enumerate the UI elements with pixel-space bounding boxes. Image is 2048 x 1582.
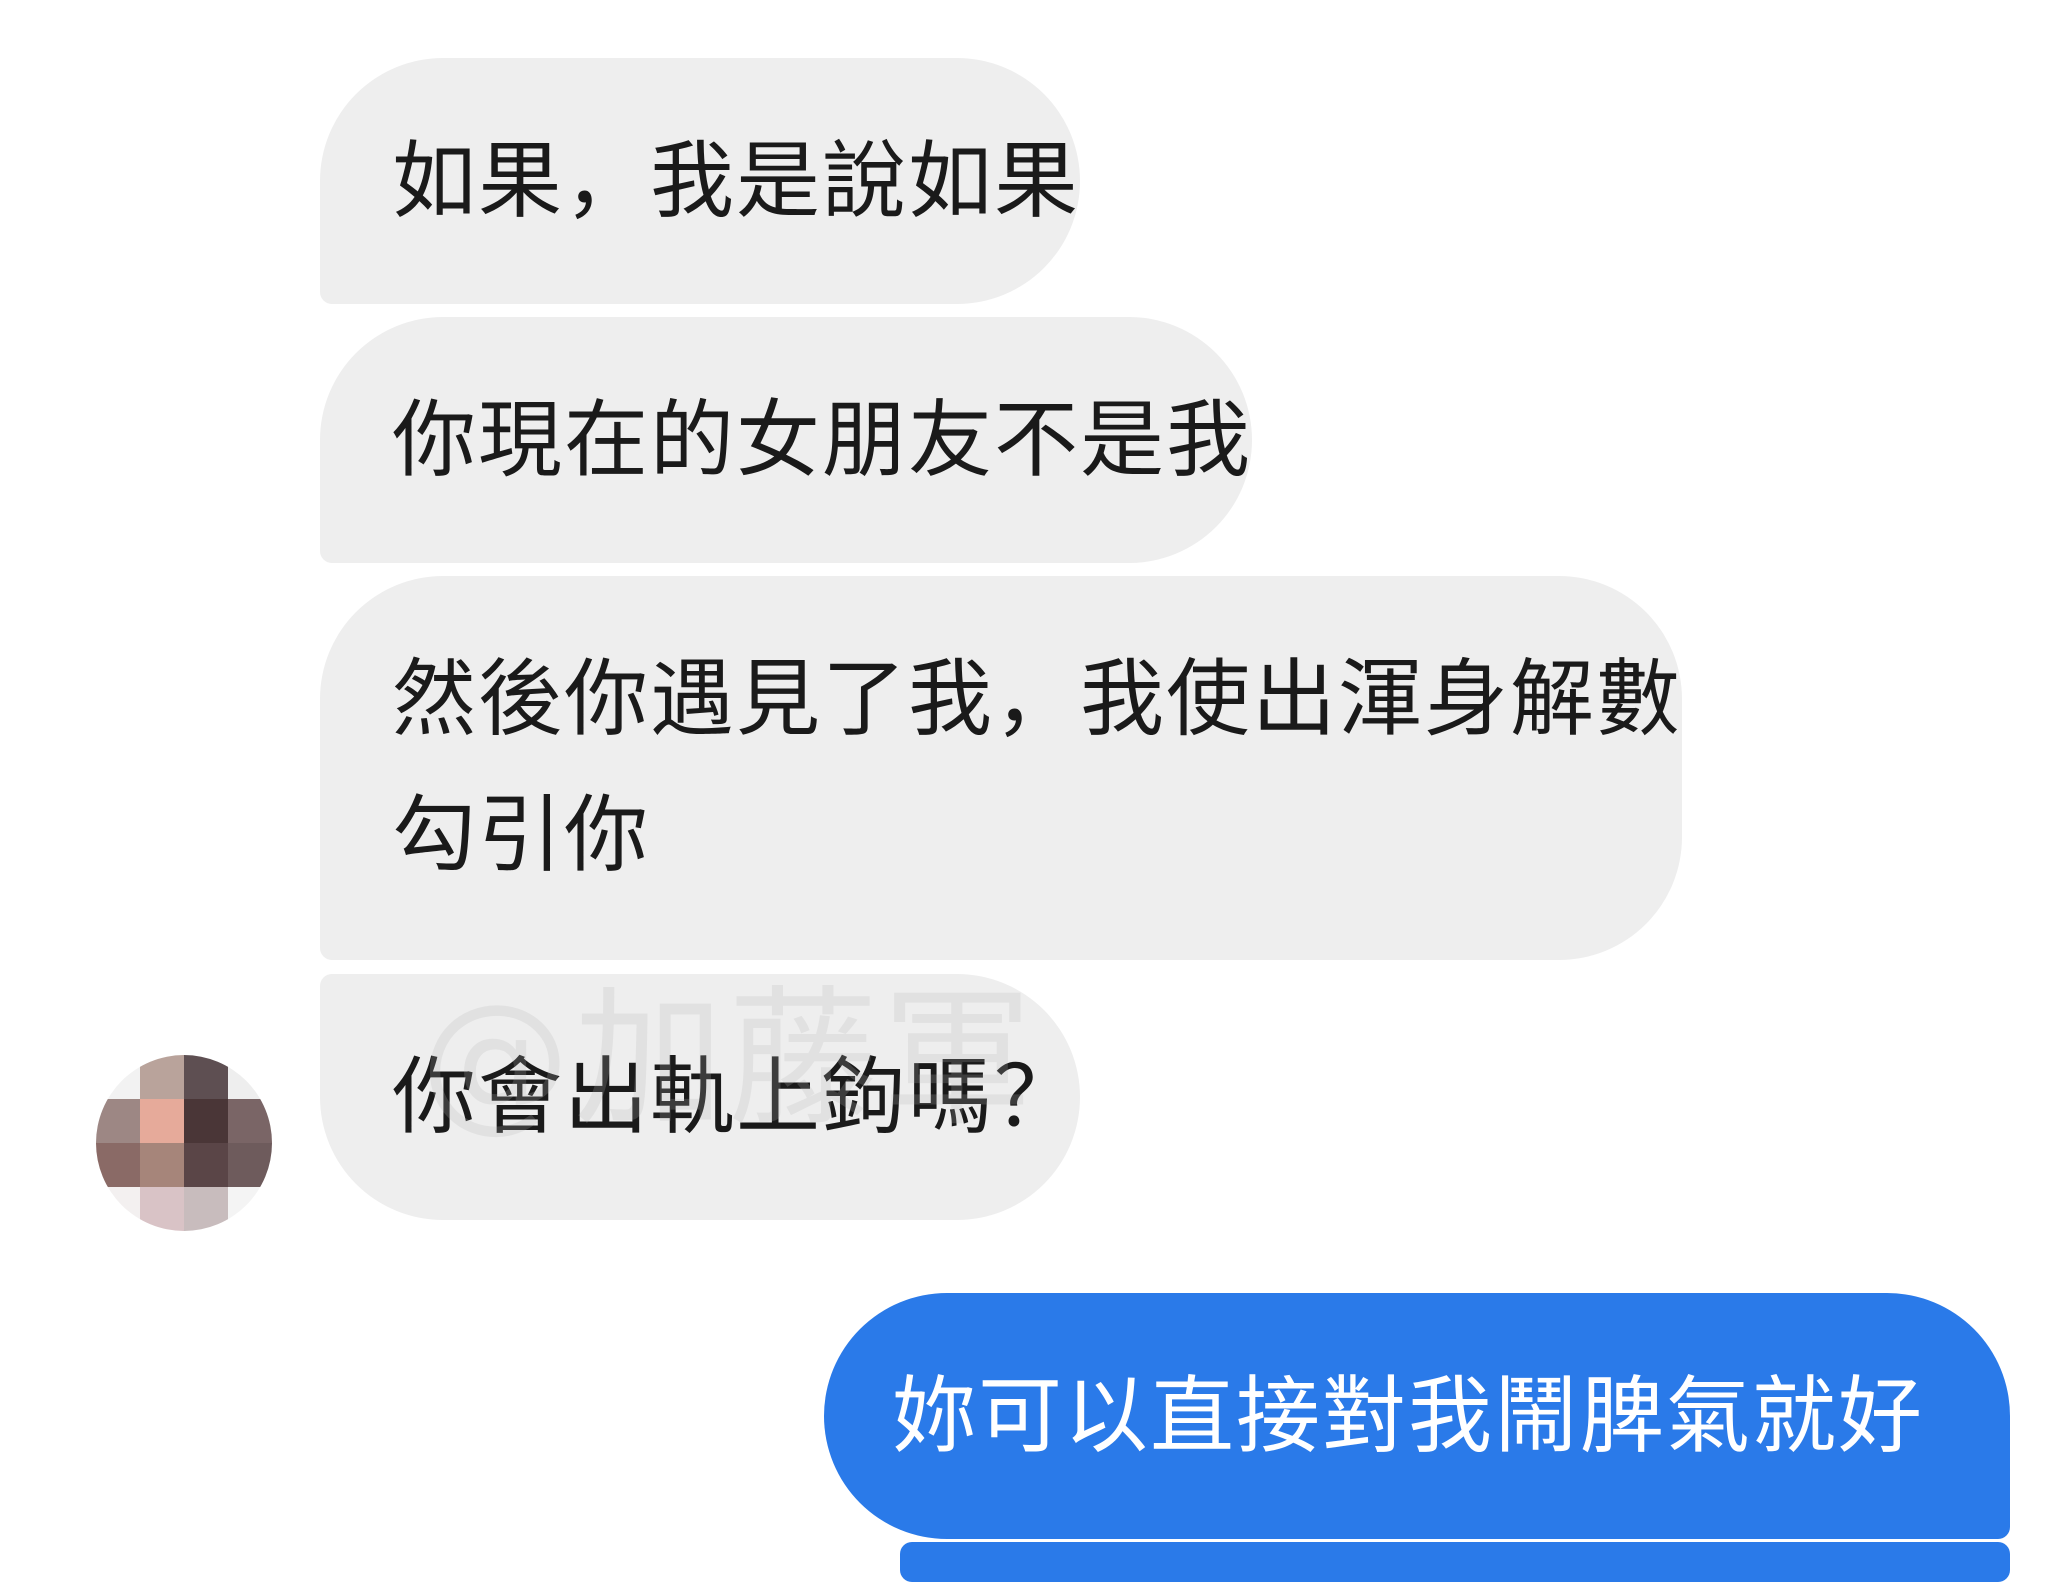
incoming-message-bubble[interactable]: 如果，我是說如果 <box>320 58 1081 304</box>
chat-thread: 如果，我是說如果 你現在的女朋友不是我 然後你遇見了我，我使出渾身解數 勾引你 … <box>0 0 2048 1582</box>
incoming-message-bubble[interactable]: 然後你遇見了我，我使出渾身解數 勾引你 <box>320 576 1683 960</box>
incoming-message-bubble[interactable]: 你現在的女朋友不是我 <box>320 317 1253 563</box>
message-text-line: 勾引你 <box>392 786 651 884</box>
message-text: 你現在的女朋友不是我 <box>392 391 1253 489</box>
outgoing-message-bubble[interactable]: 妳可以直接對我鬧脾氣就好 <box>824 1293 2010 1539</box>
outgoing-message-bubble-partial[interactable] <box>900 1542 2010 1582</box>
message-text-line: 然後你遇見了我，我使出渾身解數 <box>392 650 1683 748</box>
message-text: 如果，我是說如果 <box>392 132 1081 230</box>
message-text: 你會出軌上鉤嗎？ <box>392 1048 1081 1146</box>
incoming-message-bubble[interactable]: 你會出軌上鉤嗎？ <box>320 974 1081 1220</box>
sender-avatar-pixelated[interactable] <box>96 1055 272 1231</box>
message-text: 妳可以直接對我鬧脾氣就好 <box>892 1367 1925 1465</box>
